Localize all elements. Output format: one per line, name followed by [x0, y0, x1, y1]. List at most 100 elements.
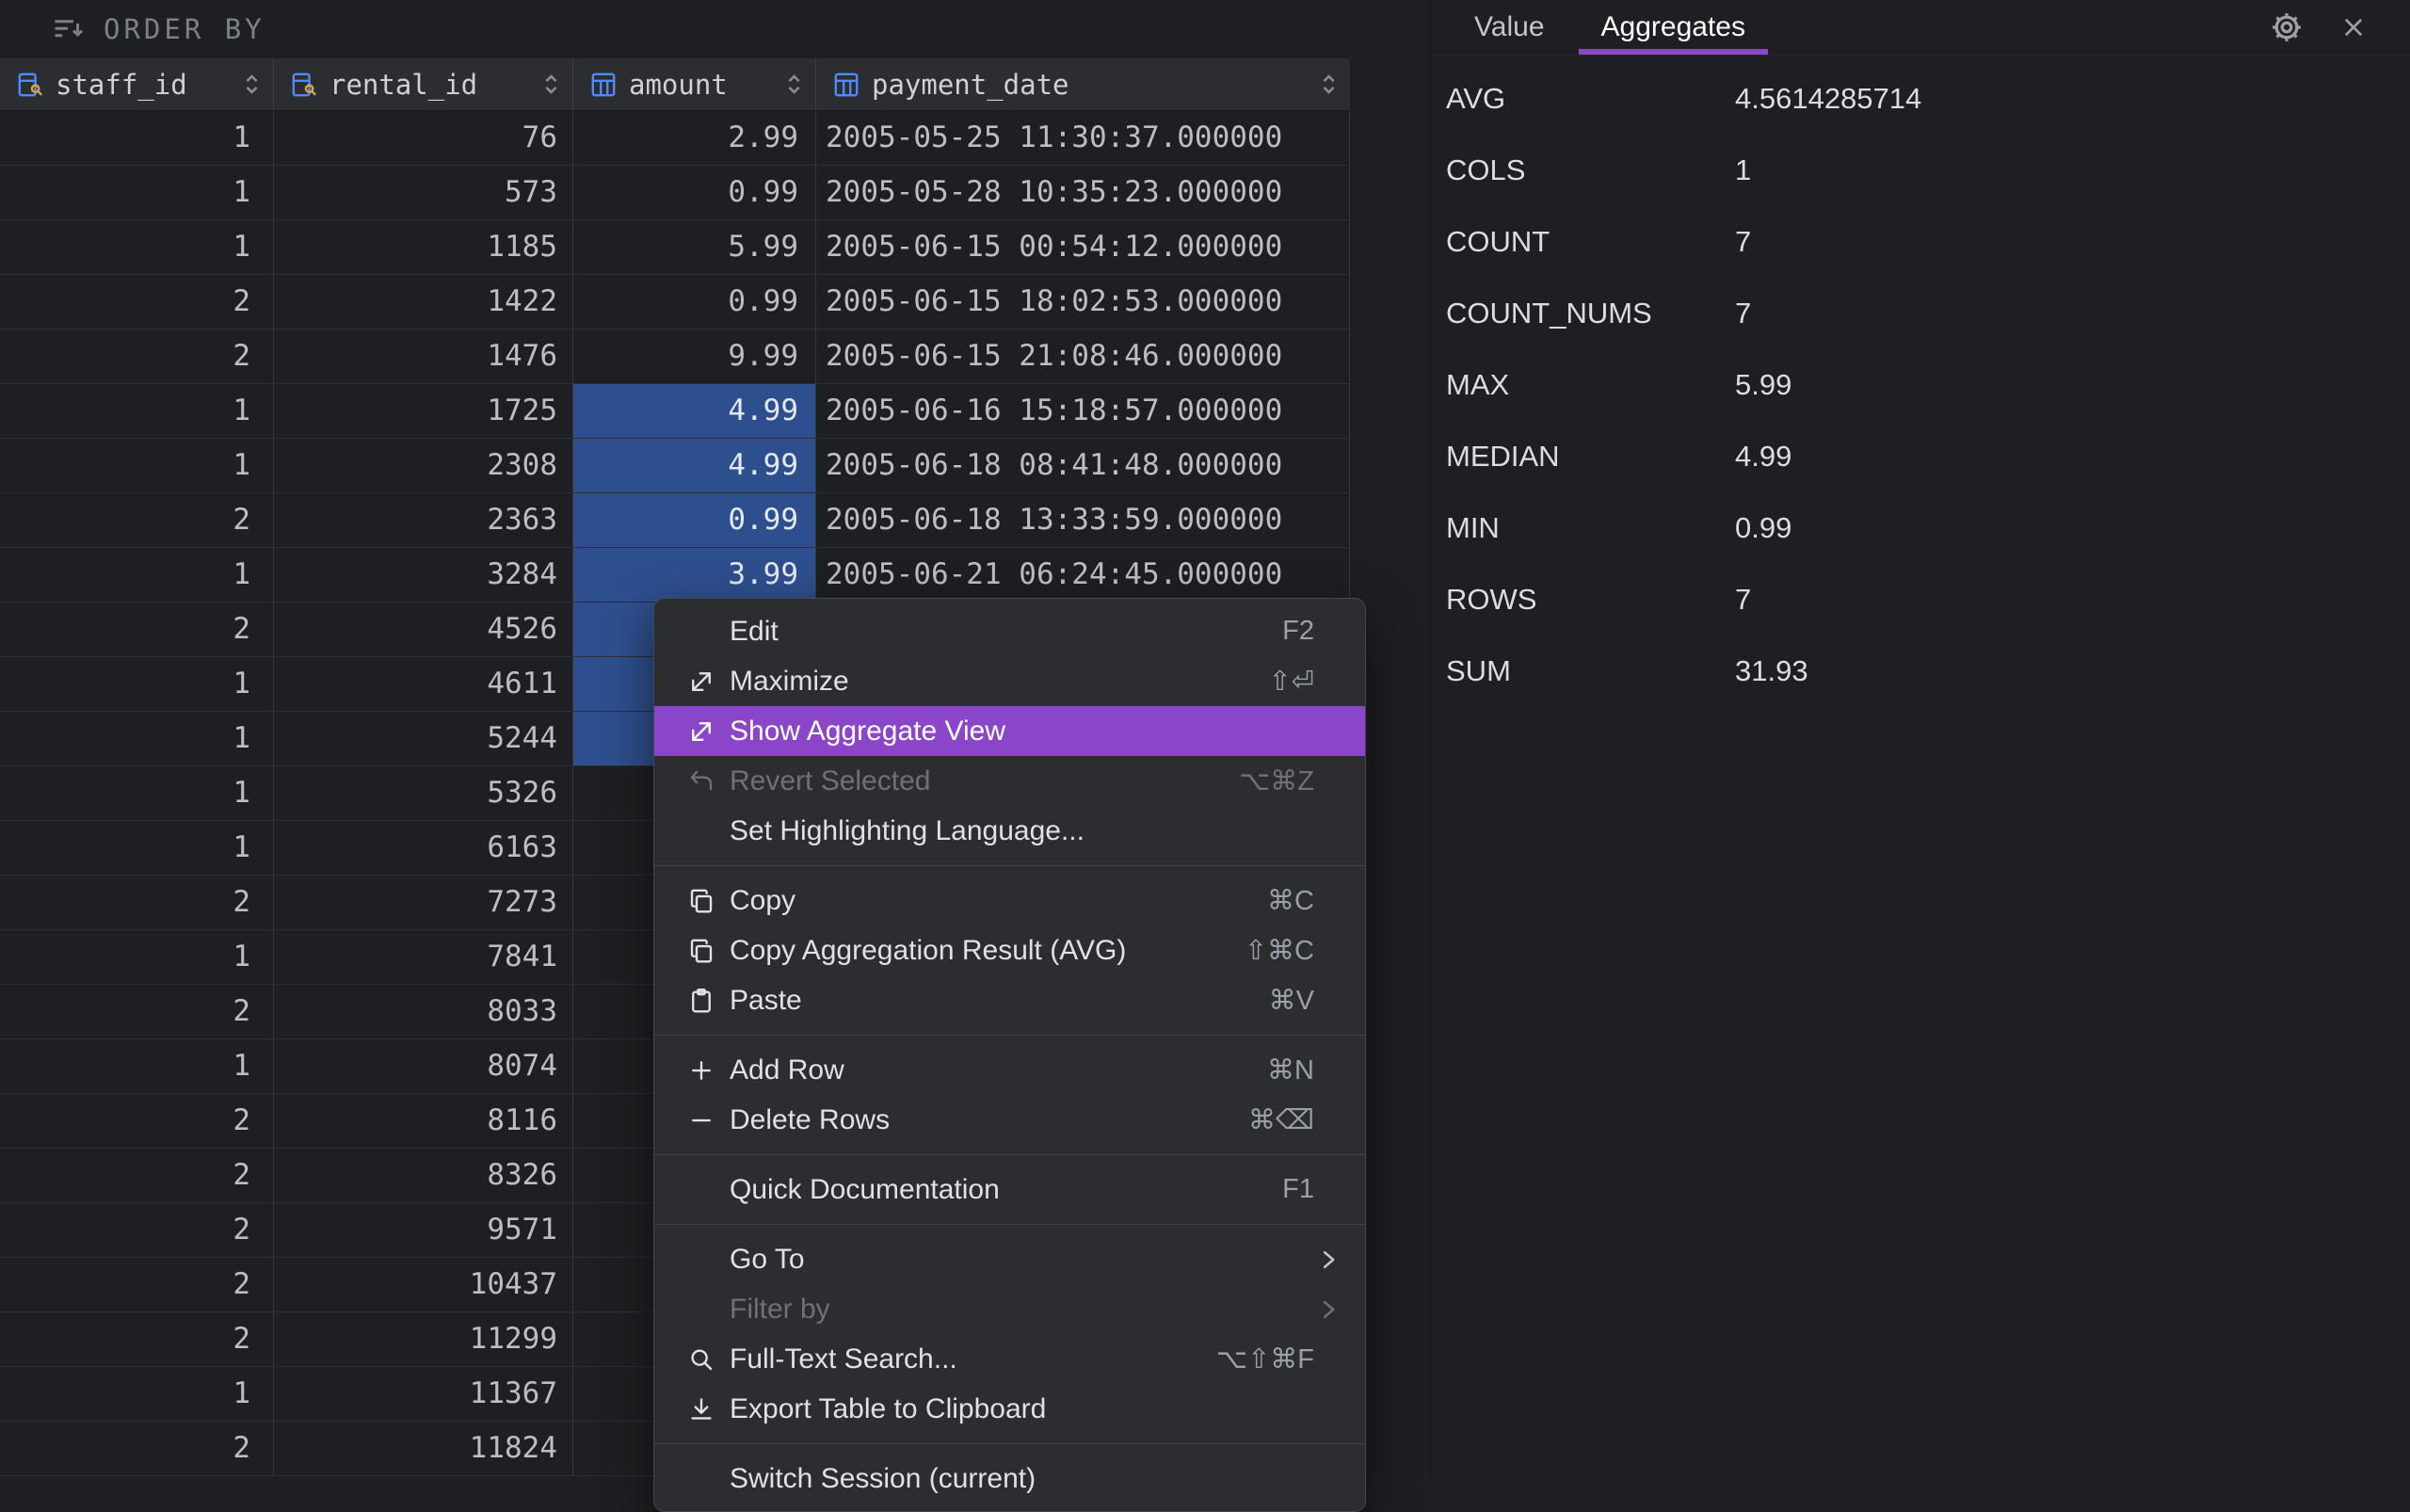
- cell-rental-id[interactable]: 11367: [274, 1367, 573, 1422]
- sort-toggle-icon[interactable]: [543, 72, 559, 97]
- column-header-rental-id[interactable]: rental_id: [274, 58, 573, 110]
- table-row[interactable]: 1 3284 3.99 2005-06-21 06:24:45.000000: [0, 548, 1350, 603]
- cell-staff-id[interactable]: 1: [0, 1367, 274, 1422]
- menu-item[interactable]: Quick Documentation F1: [654, 1165, 1365, 1214]
- cell-rental-id[interactable]: 7273: [274, 876, 573, 930]
- cell-rental-id[interactable]: 1422: [274, 275, 573, 330]
- cell-staff-id[interactable]: 2: [0, 603, 274, 657]
- cell-staff-id[interactable]: 1: [0, 657, 274, 712]
- cell-rental-id[interactable]: 8326: [274, 1149, 573, 1203]
- cell-amount[interactable]: 3.99: [573, 548, 816, 603]
- table-row[interactable]: 1 2308 4.99 2005-06-18 08:41:48.000000: [0, 439, 1350, 493]
- cell-rental-id[interactable]: 76: [274, 111, 573, 166]
- column-header-amount[interactable]: amount: [573, 58, 816, 110]
- cell-amount[interactable]: 2.99: [573, 111, 816, 166]
- cell-payment-date[interactable]: 2005-05-28 10:35:23.000000: [816, 166, 1350, 220]
- cell-amount[interactable]: 4.99: [573, 384, 816, 439]
- column-header-payment-date[interactable]: payment_date: [816, 58, 1350, 110]
- menu-item[interactable]: Show Aggregate View: [654, 706, 1365, 756]
- cell-payment-date[interactable]: 2005-06-15 00:54:12.000000: [816, 220, 1350, 275]
- cell-staff-id[interactable]: 1: [0, 220, 274, 275]
- menu-item[interactable]: Maximize ⇧⏎: [654, 656, 1365, 706]
- cell-rental-id[interactable]: 4526: [274, 603, 573, 657]
- cell-rental-id[interactable]: 11299: [274, 1312, 573, 1367]
- cell-rental-id[interactable]: 8116: [274, 1094, 573, 1149]
- cell-rental-id[interactable]: 1725: [274, 384, 573, 439]
- cell-staff-id[interactable]: 2: [0, 1422, 274, 1476]
- close-icon[interactable]: [2340, 14, 2367, 40]
- cell-staff-id[interactable]: 2: [0, 1094, 274, 1149]
- cell-rental-id[interactable]: 8033: [274, 985, 573, 1039]
- table-row[interactable]: 2 1476 9.99 2005-06-15 21:08:46.000000: [0, 330, 1350, 384]
- cell-staff-id[interactable]: 1: [0, 548, 274, 603]
- column-header-staff-id[interactable]: staff_id: [0, 58, 274, 110]
- cell-amount[interactable]: 5.99: [573, 220, 816, 275]
- cell-rental-id[interactable]: 6163: [274, 821, 573, 876]
- cell-rental-id[interactable]: 5244: [274, 712, 573, 766]
- cell-staff-id[interactable]: 2: [0, 493, 274, 548]
- table-row[interactable]: 1 1725 4.99 2005-06-16 15:18:57.000000: [0, 384, 1350, 439]
- cell-rental-id[interactable]: 9571: [274, 1203, 573, 1258]
- menu-item[interactable]: Switch Session (current): [654, 1454, 1365, 1504]
- menu-item[interactable]: Export Table to Clipboard: [654, 1384, 1365, 1434]
- cell-amount[interactable]: 0.99: [573, 493, 816, 548]
- cell-staff-id[interactable]: 1: [0, 930, 274, 985]
- menu-item[interactable]: Set Highlighting Language...: [654, 806, 1365, 856]
- table-row[interactable]: 1 573 0.99 2005-05-28 10:35:23.000000: [0, 166, 1350, 220]
- cell-rental-id[interactable]: 1476: [274, 330, 573, 384]
- table-row[interactable]: 1 1185 5.99 2005-06-15 00:54:12.000000: [0, 220, 1350, 275]
- cell-staff-id[interactable]: 2: [0, 985, 274, 1039]
- order-by-icon[interactable]: [51, 15, 85, 43]
- menu-item[interactable]: Delete Rows ⌘⌫: [654, 1095, 1365, 1145]
- cell-amount[interactable]: 0.99: [573, 275, 816, 330]
- cell-staff-id[interactable]: 2: [0, 275, 274, 330]
- cell-payment-date[interactable]: 2005-06-16 15:18:57.000000: [816, 384, 1350, 439]
- cell-rental-id[interactable]: 1185: [274, 220, 573, 275]
- table-row[interactable]: 1 76 2.99 2005-05-25 11:30:37.000000: [0, 111, 1350, 166]
- table-row[interactable]: 2 1422 0.99 2005-06-15 18:02:53.000000: [0, 275, 1350, 330]
- cell-staff-id[interactable]: 1: [0, 166, 274, 220]
- cell-payment-date[interactable]: 2005-06-18 13:33:59.000000: [816, 493, 1350, 548]
- cell-payment-date[interactable]: 2005-06-18 08:41:48.000000: [816, 439, 1350, 493]
- cell-amount[interactable]: 4.99: [573, 439, 816, 493]
- menu-item[interactable]: Copy ⌘C: [654, 876, 1365, 925]
- cell-rental-id[interactable]: 2308: [274, 439, 573, 493]
- cell-rental-id[interactable]: 3284: [274, 548, 573, 603]
- cell-payment-date[interactable]: 2005-05-25 11:30:37.000000: [816, 111, 1350, 166]
- menu-item[interactable]: Go To: [654, 1234, 1365, 1284]
- menu-item[interactable]: Paste ⌘V: [654, 975, 1365, 1025]
- menu-item[interactable]: Edit F2: [654, 606, 1365, 656]
- tab-value[interactable]: Value: [1446, 0, 1573, 55]
- cell-staff-id[interactable]: 2: [0, 1203, 274, 1258]
- cell-staff-id[interactable]: 2: [0, 1149, 274, 1203]
- menu-item[interactable]: Filter by: [654, 1284, 1365, 1334]
- cell-staff-id[interactable]: 1: [0, 384, 274, 439]
- cell-staff-id[interactable]: 1: [0, 821, 274, 876]
- cell-rental-id[interactable]: 573: [274, 166, 573, 220]
- cell-staff-id[interactable]: 1: [0, 111, 274, 166]
- cell-staff-id[interactable]: 2: [0, 876, 274, 930]
- cell-payment-date[interactable]: 2005-06-15 18:02:53.000000: [816, 275, 1350, 330]
- sort-toggle-icon[interactable]: [244, 72, 260, 97]
- sort-toggle-icon[interactable]: [786, 72, 802, 97]
- cell-amount[interactable]: 9.99: [573, 330, 816, 384]
- cell-rental-id[interactable]: 11824: [274, 1422, 573, 1476]
- cell-rental-id[interactable]: 8074: [274, 1039, 573, 1094]
- cell-staff-id[interactable]: 2: [0, 330, 274, 384]
- menu-item[interactable]: Revert Selected ⌥⌘Z: [654, 756, 1365, 806]
- cell-rental-id[interactable]: 10437: [274, 1258, 573, 1312]
- cell-amount[interactable]: 0.99: [573, 166, 816, 220]
- cell-payment-date[interactable]: 2005-06-21 06:24:45.000000: [816, 548, 1350, 603]
- sort-toggle-icon[interactable]: [1321, 72, 1337, 97]
- cell-staff-id[interactable]: 1: [0, 766, 274, 821]
- cell-rental-id[interactable]: 5326: [274, 766, 573, 821]
- cell-staff-id[interactable]: 1: [0, 439, 274, 493]
- menu-item[interactable]: Add Row ⌘N: [654, 1045, 1365, 1095]
- cell-staff-id[interactable]: 1: [0, 712, 274, 766]
- menu-item[interactable]: Full-Text Search... ⌥⇧⌘F: [654, 1334, 1365, 1384]
- cell-rental-id[interactable]: 4611: [274, 657, 573, 712]
- order-by-label[interactable]: ORDER BY: [104, 13, 265, 45]
- table-row[interactable]: 2 2363 0.99 2005-06-18 13:33:59.000000: [0, 493, 1350, 548]
- menu-item[interactable]: Copy Aggregation Result (AVG) ⇧⌘C: [654, 925, 1365, 975]
- cell-rental-id[interactable]: 7841: [274, 930, 573, 985]
